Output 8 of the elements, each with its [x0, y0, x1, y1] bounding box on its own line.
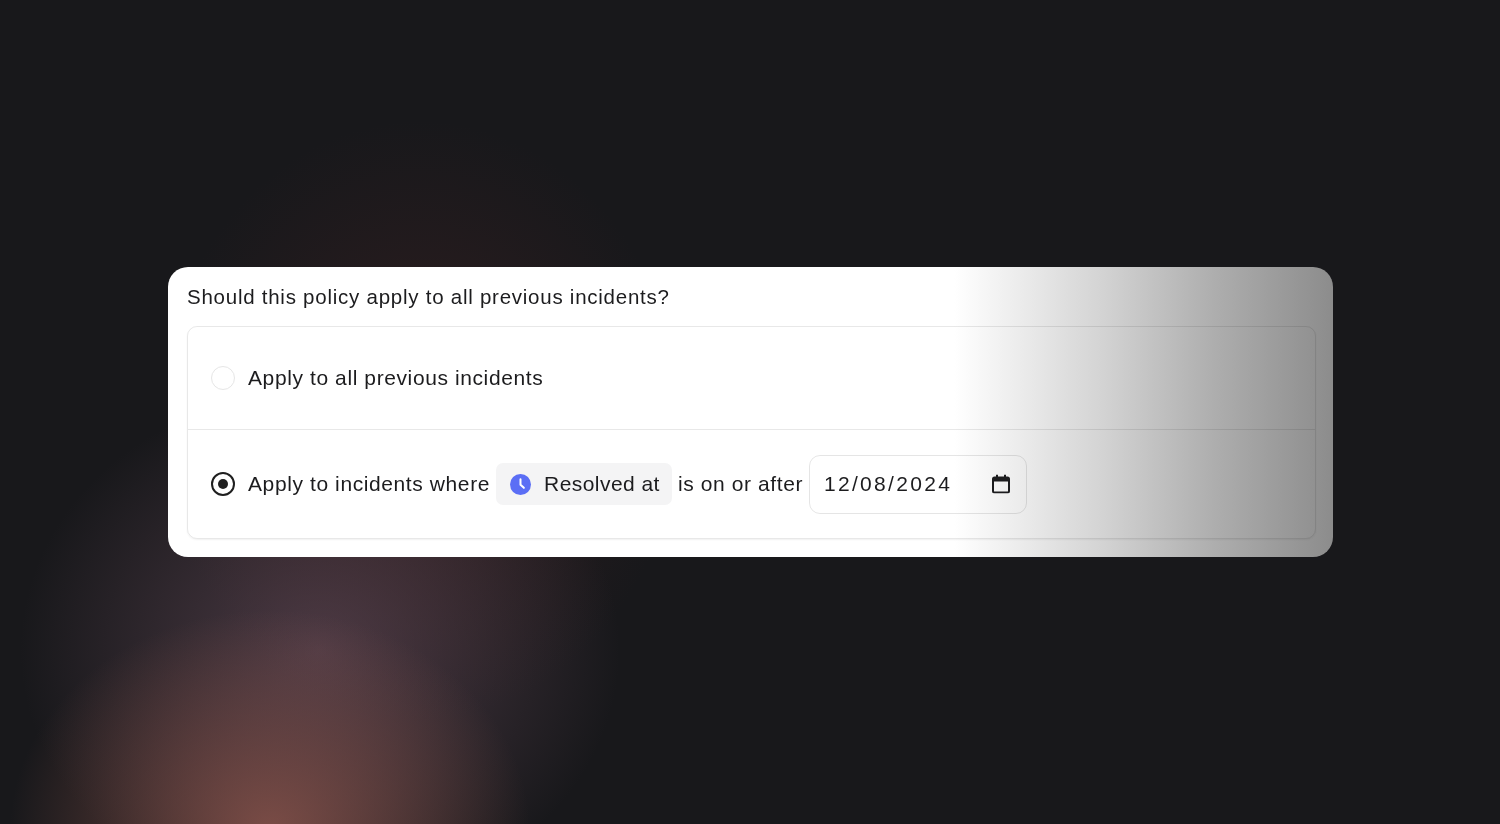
operator-label: is on or after [677, 471, 803, 497]
field-select-button[interactable]: Resolved at [496, 463, 672, 505]
clock-icon [510, 473, 532, 495]
calendar-icon[interactable] [992, 474, 1010, 494]
option-label: Apply to all previous incidents [248, 365, 544, 391]
question-heading: Should this policy apply to all previous incidents? [187, 284, 670, 310]
radio-button[interactable] [211, 472, 235, 496]
option-label: Apply to incidents where [248, 471, 491, 497]
